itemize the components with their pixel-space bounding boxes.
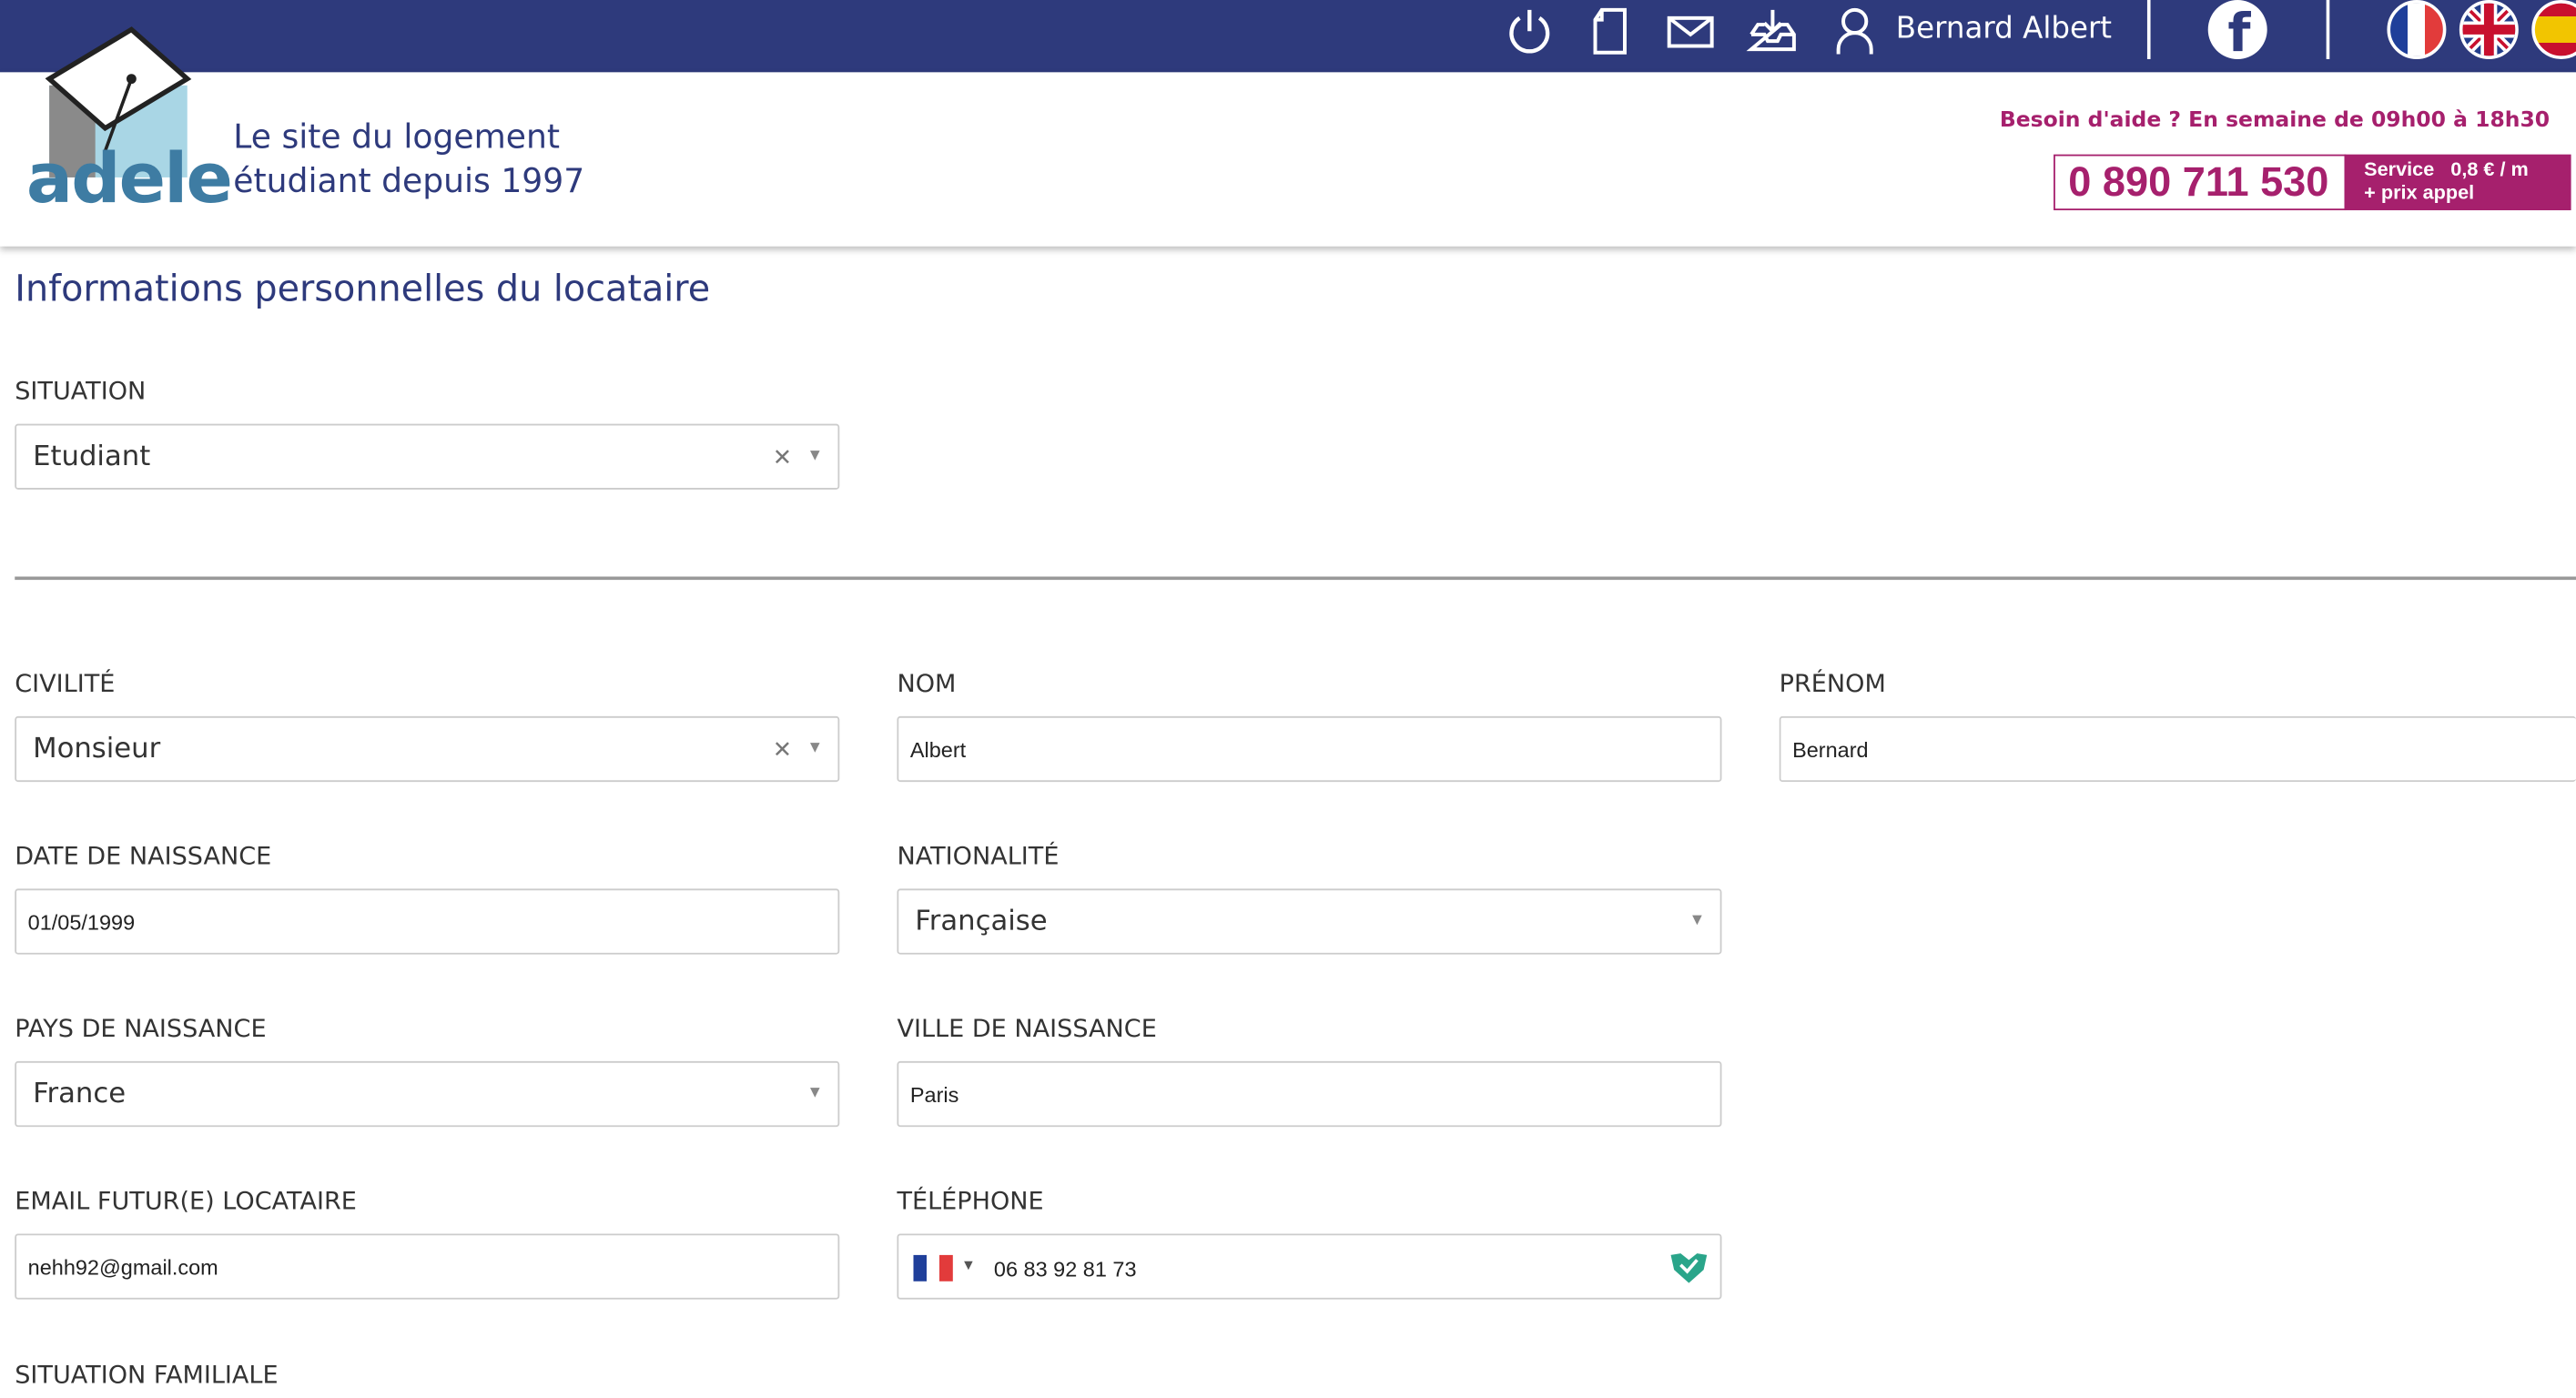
chevron-down-icon[interactable]: ▼ (806, 447, 823, 465)
logo-text: adele (25, 137, 233, 219)
phone-price-tag: Service 0,8 € / m + prix appel (2344, 154, 2571, 211)
date-naissance-value: 01/05/1999 (27, 909, 136, 935)
chevron-down-icon[interactable]: ▼ (806, 1084, 823, 1102)
email-label: EMAIL FUTUR(E) LOCATAIRE (15, 1186, 357, 1216)
situation-select[interactable]: Etudiant ✕ ▼ (15, 423, 840, 490)
civilite-value: Monsieur (33, 732, 161, 766)
site-header: adele Le site du logement étudiant depui… (0, 26, 2576, 247)
phone-number-box[interactable]: 0 890 711 530 (2054, 154, 2347, 211)
facebook-icon[interactable]: f (2207, 0, 2267, 59)
document-icon[interactable] (1582, 4, 1638, 59)
mail-icon[interactable] (1663, 4, 1719, 59)
clear-icon[interactable]: ✕ (773, 736, 792, 765)
spanish-flag-icon[interactable] (2531, 0, 2576, 59)
prenom-input[interactable]: Bernard (1779, 715, 2576, 783)
email-input[interactable]: nehh92@gmail.com (15, 1233, 840, 1300)
phone-price-line-1: Service 0,8 € / m (2364, 157, 2529, 181)
telephone-label: TÉLÉPHONE (897, 1186, 1044, 1216)
nom-input[interactable]: Albert (897, 715, 1722, 783)
french-flag-icon[interactable] (913, 1254, 953, 1282)
power-icon[interactable] (1502, 4, 1557, 59)
ville-naissance-value: Paris (909, 1082, 959, 1108)
nom-value: Albert (909, 737, 967, 763)
section-divider (15, 576, 2576, 581)
prenom-value: Bernard (1792, 737, 1869, 763)
civilite-label: CIVILITÉ (15, 668, 116, 699)
situation-familiale-label: SITUATION FAMILIALE (15, 1360, 279, 1390)
page: Bernard Albert f adele Le site du logeme… (0, 0, 2576, 1398)
telephone-input[interactable]: ▼ 06 83 92 81 73 (897, 1233, 1722, 1300)
nom-label: NOM (897, 668, 957, 699)
tagline-line-1: Le site du logement (233, 116, 561, 157)
top-bar: Bernard Albert f (0, 0, 2576, 73)
prenom-label: PRÉNOM (1779, 668, 1886, 699)
site-tagline: Le site du logement étudiant depuis 1997 (233, 115, 584, 203)
chevron-down-icon[interactable]: ▼ (1689, 912, 1706, 930)
nationalite-value: Française (915, 905, 1048, 938)
user-icon[interactable] (1827, 4, 1882, 59)
tagline-line-2: étudiant depuis 1997 (233, 160, 585, 201)
inbox-download-icon[interactable] (1745, 4, 1800, 59)
separator (2326, 0, 2330, 59)
pays-naissance-select[interactable]: France ▼ (15, 1060, 840, 1128)
ville-naissance-label: VILLE DE NAISSANCE (897, 1013, 1157, 1044)
clear-icon[interactable]: ✕ (773, 443, 792, 471)
date-naissance-label: DATE DE NAISSANCE (15, 841, 272, 871)
pays-naissance-value: France (33, 1077, 127, 1111)
ville-naissance-input[interactable]: Paris (897, 1060, 1722, 1128)
date-naissance-input[interactable]: 01/05/1999 (15, 888, 840, 955)
separator (2146, 0, 2151, 59)
phone-price-line-2: + prix appel (2364, 180, 2475, 204)
situation-label: SITUATION (15, 376, 147, 406)
shield-check-icon (1668, 1250, 1710, 1286)
uk-flag-icon[interactable] (2459, 0, 2519, 59)
phone-number: 0 890 711 530 (2068, 159, 2329, 206)
nationalite-label: NATIONALITÉ (897, 841, 1060, 871)
email-value: nehh92@gmail.com (27, 1254, 218, 1280)
page-title: Informations personnelles du locataire (15, 268, 711, 311)
civilite-select[interactable]: Monsieur ✕ ▼ (15, 715, 840, 783)
telephone-value: 06 83 92 81 73 (993, 1256, 1137, 1282)
chevron-down-icon[interactable]: ▼ (806, 739, 823, 757)
french-flag-icon[interactable] (2387, 0, 2447, 59)
nationalite-select[interactable]: Française ▼ (897, 888, 1722, 955)
chevron-down-icon[interactable]: ▼ (961, 1257, 976, 1273)
user-name[interactable]: Bernard Albert (1896, 12, 2112, 46)
help-hours-text: Besoin d'aide ? En semaine de 09h00 à 18… (1999, 108, 2551, 134)
situation-value: Etudiant (33, 440, 151, 473)
pays-naissance-label: PAYS DE NAISSANCE (15, 1013, 267, 1044)
